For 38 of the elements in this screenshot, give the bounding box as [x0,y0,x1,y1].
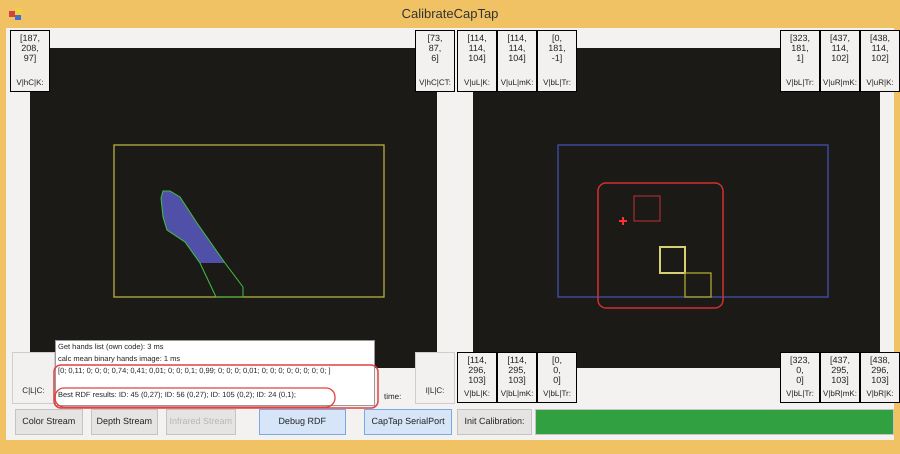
readout-value: [437, 114, 102] [830,33,850,63]
readout-label: V|hC|CT: [419,78,451,88]
readout-label: V|hC|K: [16,78,44,88]
action-button[interactable]: Init Calibration: [457,409,532,435]
readout-label: V|bL|Tr: [543,389,571,399]
readout-value: [187, 208, 97] [20,33,40,63]
readout-value: [114, 114, 104] [507,33,527,63]
readout-value: [438, 296, 103] [870,355,890,385]
readout-label: V|bL|Tr: [786,389,814,399]
readout-value: [437, 295, 103] [830,355,850,385]
action-button[interactable]: Color Stream [15,409,83,435]
readout-label: V|bL|K: [464,389,490,399]
readout-value: [114, 114, 104] [467,33,487,63]
readout-value: [323, 181, 1] [790,33,810,63]
app-icon [9,8,23,20]
readout-label: V|bL|Tr: [543,78,571,88]
readout-value: [73, 87, 6] [427,33,442,63]
readout-label: V|bR|mK: [823,389,857,399]
time-label: time: [384,391,402,403]
readout-label: V|uR|mK: [823,78,857,88]
readout-label: V|uL|mK: [500,78,534,88]
readout-value: [0, 0, 0] [552,355,562,385]
action-button[interactable]: Debug RDF [258,409,346,435]
readout-value: [114, 296, 103] [467,355,487,385]
action-button[interactable]: Depth Stream [90,409,158,435]
readout-label: V|uR|K: [866,78,894,88]
window-title: CalibrateCapTap [402,5,498,24]
readout-value: [114, 295, 103] [507,355,527,385]
readout-value: [438, 114, 102] [870,33,890,63]
action-button[interactable]: CapTap SerialPort [364,409,452,435]
readout-label: V|uL|K: [464,78,490,88]
readout-label: V|bL|mK: [500,389,534,399]
readout-label: I|L|C: [426,385,444,397]
readout-value: [323, 0, 0] [790,355,810,385]
readout-label: V|bR|K: [866,389,894,399]
readout-label: C|L|C: [22,385,45,397]
readout-label: V|bL|Tr: [786,78,814,88]
readout-value: [0, 181, -1] [548,33,566,63]
